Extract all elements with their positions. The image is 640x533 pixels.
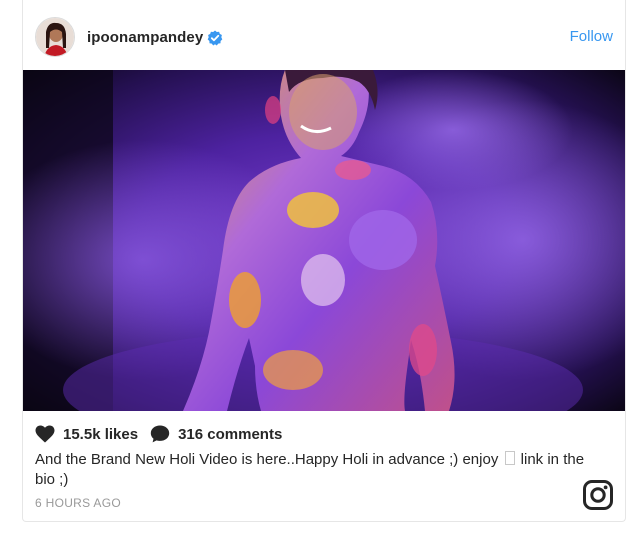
- post-caption: And the Brand New Holi Video is here..Ha…: [35, 450, 595, 490]
- comment-bubble-icon: [150, 425, 170, 443]
- heart-icon: [35, 425, 55, 443]
- post-photo[interactable]: [23, 70, 625, 411]
- post-actions: 15.5k likes 316 comments: [35, 424, 294, 444]
- likes-count: 15.5k likes: [63, 425, 139, 443]
- instagram-embed-card: ipoonampandey Follow 15.5k likes 316 com…: [22, 0, 626, 522]
- caption-text-start: And the Brand New Holi Video is here..Ha…: [35, 451, 499, 468]
- post-timestamp: 6 HOURS AGO: [35, 496, 121, 510]
- follow-button[interactable]: Follow: [570, 28, 613, 45]
- comments-stat[interactable]: 316 comments: [150, 425, 282, 443]
- post-header: ipoonampandey Follow: [23, 0, 625, 70]
- avatar[interactable]: [35, 17, 75, 57]
- username-link[interactable]: ipoonampandey: [87, 29, 203, 46]
- instagram-logo-icon[interactable]: [583, 480, 613, 510]
- missing-emoji-glyph: [504, 451, 515, 465]
- verified-badge-icon: [207, 30, 223, 46]
- comments-count: 316 comments: [178, 425, 283, 443]
- likes-stat[interactable]: 15.5k likes: [35, 425, 138, 443]
